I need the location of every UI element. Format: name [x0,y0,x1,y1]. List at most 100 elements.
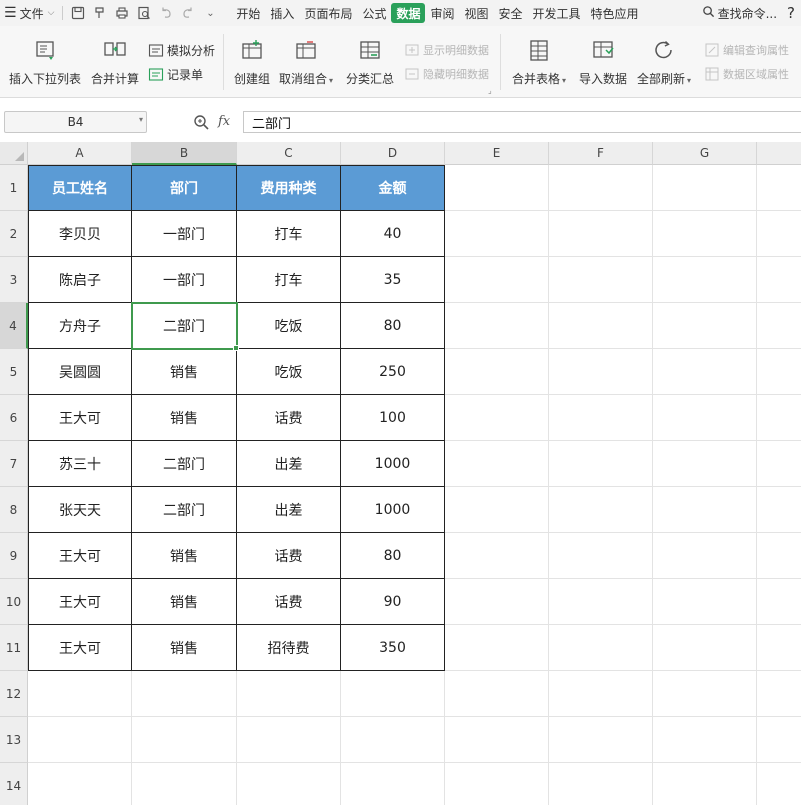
table-cell-expense-type[interactable]: 招待费 [237,625,341,671]
select-all-corner[interactable] [0,142,28,165]
table-cell-name[interactable]: 陈启子 [28,257,132,303]
table-header-amount[interactable]: 金额 [341,165,445,211]
column-header-c[interactable]: C [237,142,341,165]
ungroup-button[interactable]: 取消组合 ▾ [279,38,333,87]
chevron-down-icon[interactable]: ▾ [139,115,143,124]
spreadsheet-grid[interactable]: ABCDEFG 1 2 3 4 5 6 7 8 9 10 11 12 13 14 员工姓名 部门 费用种类 金额… [0,142,801,805]
row-header-7[interactable]: 7 [0,441,28,487]
table-cell-expense-type[interactable]: 出差 [237,441,341,487]
row-header-3[interactable]: 3 [0,257,28,303]
row-header-5[interactable]: 5 [0,349,28,395]
row-header-10[interactable]: 10 [0,579,28,625]
table-cell-name[interactable]: 吴圆圆 [28,349,132,395]
table-cell-name[interactable]: 王大可 [28,625,132,671]
format-painter-icon[interactable] [93,6,107,20]
refresh-all-button[interactable]: 全部刷新 ▾ [637,38,691,87]
edit-query-button[interactable]: 编辑查询属性 [704,42,789,58]
name-box[interactable]: B4 ▾ [4,111,147,133]
column-header-f[interactable]: F [549,142,653,165]
table-cell-department[interactable]: 销售 [132,625,237,671]
table-cell-expense-type[interactable]: 吃饭 [237,349,341,395]
table-cell-amount[interactable]: 1000 [341,487,445,533]
show-detail-button[interactable]: 显示明细数据 [404,42,489,58]
table-cell-expense-type[interactable]: 打车 [237,257,341,303]
data-range-button[interactable]: 数据区域属性 [704,66,789,82]
row-header-14[interactable]: 14 [0,763,28,805]
tab-home[interactable]: 开始 [231,3,265,23]
table-header-name[interactable]: 员工姓名 [28,165,132,211]
record-sheet-button[interactable]: 记录单 [148,66,203,83]
tab-data[interactable]: 数据 [391,3,426,23]
simulate-analysis-button[interactable]: 模拟分析 [148,42,215,59]
table-cell-amount[interactable]: 40 [341,211,445,257]
table-cell-expense-type[interactable]: 出差 [237,487,341,533]
column-header-g[interactable]: G [653,142,757,165]
column-header-a[interactable]: A [28,142,132,165]
table-cell-amount[interactable]: 1000 [341,441,445,487]
table-cell-expense-type[interactable]: 吃饭 [237,303,341,349]
print-preview-icon[interactable] [137,6,151,20]
tab-formulas[interactable]: 公式 [357,3,391,23]
tab-view[interactable]: 视图 [460,3,494,23]
zoom-formula-icon[interactable] [192,113,210,131]
column-header-b[interactable]: B [132,142,237,165]
table-cell-department[interactable]: 销售 [132,349,237,395]
customize-toolbar-icon[interactable]: ⌄ [203,6,217,20]
table-cell-department[interactable]: 销售 [132,579,237,625]
table-cell-expense-type[interactable]: 话费 [237,395,341,441]
table-cell-name[interactable]: 王大可 [28,533,132,579]
tab-insert[interactable]: 插入 [265,3,299,23]
import-data-button[interactable]: 导入数据 [579,38,627,87]
table-cell-department[interactable]: 一部门 [132,211,237,257]
row-header-1[interactable]: 1 [0,165,28,211]
row-header-2[interactable]: 2 [0,211,28,257]
formula-input[interactable]: 二部门 [243,111,801,133]
table-cell-name[interactable]: 苏三十 [28,441,132,487]
table-cell-amount[interactable]: 350 [341,625,445,671]
tab-special-apps[interactable]: 特色应用 [586,3,644,23]
table-cell-amount[interactable]: 250 [341,349,445,395]
print-icon[interactable] [115,6,129,20]
function-icon[interactable]: fx [218,114,230,129]
table-cell-amount[interactable]: 100 [341,395,445,441]
group-launcher-icon[interactable]: ⌟ [488,86,492,95]
row-header-11[interactable]: 11 [0,625,28,671]
table-cell-name[interactable]: 王大可 [28,579,132,625]
column-header-e[interactable]: E [445,142,549,165]
table-cell-department[interactable]: 销售 [132,395,237,441]
table-cell-expense-type[interactable]: 话费 [237,533,341,579]
merge-tables-button[interactable]: 合并表格 ▾ [512,38,566,87]
row-header-13[interactable]: 13 [0,717,28,763]
subtotal-button[interactable]: 分类汇总 [346,38,394,87]
create-group-button[interactable]: 创建组 [234,38,270,87]
table-cell-amount[interactable]: 80 [341,303,445,349]
row-header-12[interactable]: 12 [0,671,28,717]
table-cell-department[interactable]: 二部门 [132,441,237,487]
table-cell-name[interactable]: 方舟子 [28,303,132,349]
tab-security[interactable]: 安全 [494,3,528,23]
tab-review[interactable]: 审阅 [425,3,459,23]
merge-calculation-button[interactable]: 合并计算 [91,38,139,87]
table-cell-amount[interactable]: 35 [341,257,445,303]
save-icon[interactable] [71,6,85,20]
column-header-d[interactable]: D [341,142,445,165]
table-cell-name[interactable]: 李贝贝 [28,211,132,257]
insert-dropdown-list-button[interactable]: 插入下拉列表 [9,38,81,87]
table-cell-department[interactable]: 一部门 [132,257,237,303]
table-cell-name[interactable]: 张天天 [28,487,132,533]
redo-icon[interactable] [181,6,195,20]
table-cell-department[interactable]: 二部门 [132,303,237,349]
table-header-expense-type[interactable]: 费用种类 [237,165,341,211]
table-cell-department[interactable]: 二部门 [132,487,237,533]
tab-page-layout[interactable]: 页面布局 [299,3,357,23]
table-cell-department[interactable]: 销售 [132,533,237,579]
undo-icon[interactable] [159,6,173,20]
tab-developer[interactable]: 开发工具 [528,3,586,23]
table-cell-amount[interactable]: 80 [341,533,445,579]
help-button[interactable]: ? [781,3,801,23]
row-header-6[interactable]: 6 [0,395,28,441]
hide-detail-button[interactable]: 隐藏明细数据 [404,66,489,82]
table-cell-expense-type[interactable]: 话费 [237,579,341,625]
file-menu[interactable]: ☰ 文件 ⌵ [0,3,58,23]
fill-handle[interactable] [233,345,239,351]
